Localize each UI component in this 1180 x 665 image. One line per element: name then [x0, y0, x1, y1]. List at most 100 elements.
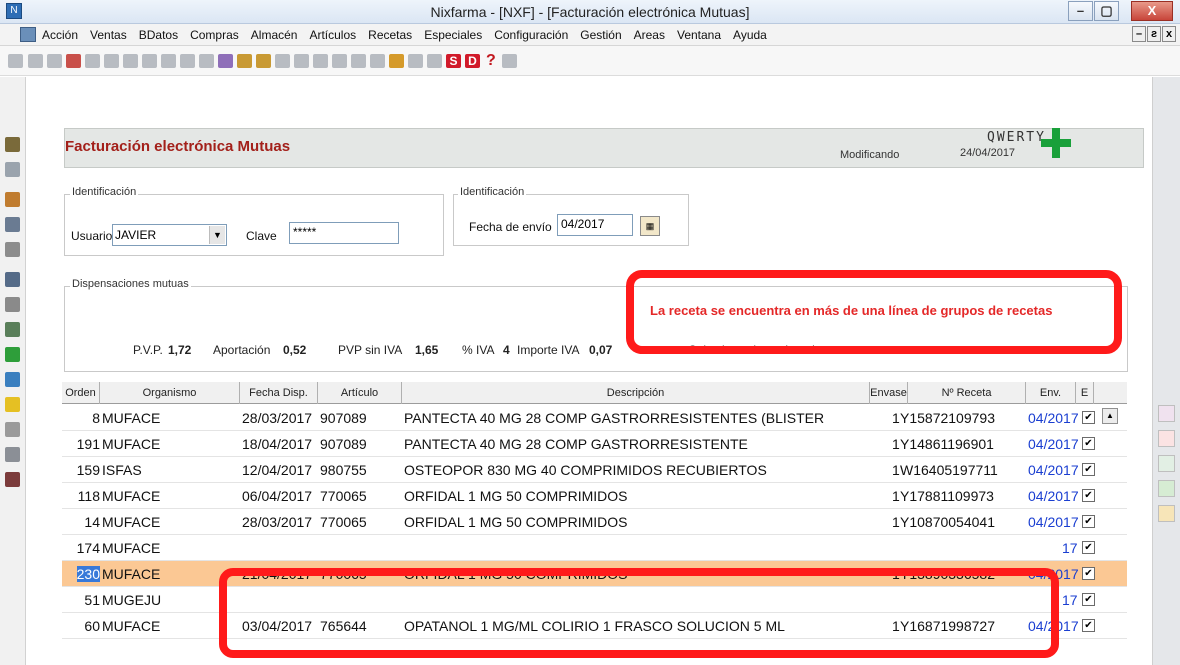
sidebar-camera-icon[interactable]	[5, 162, 20, 177]
sidebar-pencil-icon[interactable]	[5, 272, 20, 287]
sync-icon[interactable]	[313, 54, 328, 68]
sidebar-barcode-icon[interactable]	[5, 472, 20, 487]
sidebar-key-icon[interactable]	[5, 422, 20, 437]
menu-almacen[interactable]: Almacén	[251, 28, 298, 42]
sidebar-money-icon[interactable]	[5, 297, 20, 312]
col-descripcion[interactable]: Descripción	[402, 382, 870, 404]
cell-env[interactable]: 04/2017	[1028, 488, 1079, 504]
pencil-icon[interactable]	[104, 54, 119, 68]
table-row[interactable]: 118 MUFACE 06/04/2017 770065 ORFIDAL 1 M…	[62, 483, 1127, 509]
arrow-right-icon[interactable]	[256, 54, 271, 68]
arrow-left-icon[interactable]	[237, 54, 252, 68]
calculator-icon[interactable]	[408, 54, 423, 68]
password-field[interactable]: *****	[289, 222, 399, 244]
row-checkbox[interactable]: ✔	[1082, 619, 1095, 632]
d-icon[interactable]: D	[465, 54, 480, 68]
lifebuoy-icon[interactable]	[66, 54, 81, 68]
minimize-button[interactable]: –	[1068, 1, 1093, 21]
menu-gestion[interactable]: Gestión	[580, 28, 621, 42]
chevron-down-icon[interactable]: ▼	[209, 226, 225, 244]
col-fecha[interactable]: Fecha Disp.	[240, 382, 318, 404]
help-icon[interactable]: ?	[486, 53, 501, 69]
book-icon[interactable]	[85, 54, 100, 68]
menu-ventana[interactable]: Ventana	[677, 28, 721, 42]
grid-icon[interactable]	[161, 54, 176, 68]
user-icon[interactable]	[502, 54, 517, 68]
star-icon[interactable]	[199, 54, 214, 68]
row-checkbox[interactable]: ✔	[1082, 541, 1095, 554]
forward-icon[interactable]	[218, 54, 233, 68]
right-delete-icon[interactable]	[1158, 430, 1175, 447]
close-button[interactable]: X	[1131, 1, 1173, 21]
table-row[interactable]: 14 MUFACE 28/03/2017 770065 ORFIDAL 1 MG…	[62, 509, 1127, 535]
right-report-icon[interactable]	[1158, 405, 1175, 422]
mdi-document-icon[interactable]	[20, 27, 36, 42]
mdi-restore-button[interactable]: ƨ	[1147, 26, 1161, 42]
mdi-close-button[interactable]: x	[1162, 26, 1176, 42]
col-e[interactable]: E	[1076, 382, 1094, 404]
document-icon[interactable]	[28, 54, 43, 68]
menu-accion[interactable]: Acción	[42, 28, 78, 42]
menu-articulos[interactable]: Artículos	[309, 28, 356, 42]
tools-icon[interactable]	[332, 54, 347, 68]
cell-env[interactable]: 04/2017	[1028, 462, 1079, 478]
sidebar-list-icon[interactable]	[5, 322, 20, 337]
sidebar-warning-icon[interactable]	[5, 397, 20, 412]
row-checkbox[interactable]: ✔	[1082, 567, 1095, 580]
col-organismo[interactable]: Organismo	[100, 382, 240, 404]
row-checkbox[interactable]: ✔	[1082, 463, 1095, 476]
cell-env[interactable]: 17	[1062, 540, 1078, 556]
send-date-field[interactable]: 04/2017	[557, 214, 633, 236]
print-icon[interactable]	[294, 54, 309, 68]
sidebar-pen-icon[interactable]	[5, 137, 20, 152]
menu-bdatos[interactable]: BDatos	[139, 28, 178, 42]
sidebar-chart-icon[interactable]	[5, 447, 20, 462]
col-receta[interactable]: Nº Receta	[908, 382, 1026, 404]
table-icon[interactable]	[370, 54, 385, 68]
table-row[interactable]: 8 MUFACE 28/03/2017 907089 PANTECTA 40 M…	[62, 405, 1127, 431]
box-icon[interactable]	[427, 54, 442, 68]
row-checkbox[interactable]: ✔	[1082, 437, 1095, 450]
right-accept-icon[interactable]	[1158, 480, 1175, 497]
s-icon[interactable]: S	[446, 54, 461, 68]
key-icon[interactable]	[389, 54, 404, 68]
list-icon[interactable]	[123, 54, 138, 68]
col-envase[interactable]: Envase	[870, 382, 908, 404]
maximize-button[interactable]: ▢	[1094, 1, 1119, 21]
row-checkbox[interactable]: ✔	[1082, 489, 1095, 502]
right-add-icon[interactable]	[1158, 455, 1175, 472]
card-icon[interactable]	[142, 54, 157, 68]
table-row[interactable]: 174 MUFACE 17 ✔	[62, 535, 1127, 561]
cell-env[interactable]: 04/2017	[1028, 514, 1079, 530]
menu-ventas[interactable]: Ventas	[90, 28, 127, 42]
sidebar-cross-icon[interactable]	[5, 347, 20, 362]
col-orden[interactable]: Orden	[62, 382, 100, 404]
cell-env[interactable]: 04/2017	[1028, 436, 1079, 452]
cell-env[interactable]: 17	[1062, 592, 1078, 608]
barcode-icon[interactable]	[351, 54, 366, 68]
menu-ayuda[interactable]: Ayuda	[733, 28, 767, 42]
row-checkbox[interactable]: ✔	[1082, 411, 1095, 424]
cell-env[interactable]: 04/2017	[1028, 410, 1079, 426]
table-row[interactable]: 159 ISFAS 12/04/2017 980755 OSTEOPOR 830…	[62, 457, 1127, 483]
scroll-up-icon[interactable]: ▲	[1102, 408, 1118, 424]
row-checkbox[interactable]: ✔	[1082, 515, 1095, 528]
exit-icon[interactable]	[8, 54, 23, 68]
report-icon[interactable]	[180, 54, 195, 68]
calendar-icon[interactable]: ▦	[640, 216, 660, 236]
menu-areas[interactable]: Areas	[634, 28, 665, 42]
user-select[interactable]: JAVIER ▼	[112, 224, 227, 246]
mdi-minimize-button[interactable]: –	[1132, 26, 1146, 42]
row-checkbox[interactable]: ✔	[1082, 593, 1095, 606]
menu-especiales[interactable]: Especiales	[424, 28, 482, 42]
sidebar-refresh-icon[interactable]	[5, 372, 20, 387]
right-undo-icon[interactable]	[1158, 505, 1175, 522]
menu-recetas[interactable]: Recetas	[368, 28, 412, 42]
menu-compras[interactable]: Compras	[190, 28, 239, 42]
sidebar-cart-icon[interactable]	[5, 217, 20, 232]
sidebar-truck-icon[interactable]	[5, 242, 20, 257]
col-articulo[interactable]: Artículo	[318, 382, 402, 404]
save-icon[interactable]	[275, 54, 290, 68]
col-env[interactable]: Env.	[1026, 382, 1076, 404]
sidebar-person-icon[interactable]	[5, 192, 20, 207]
